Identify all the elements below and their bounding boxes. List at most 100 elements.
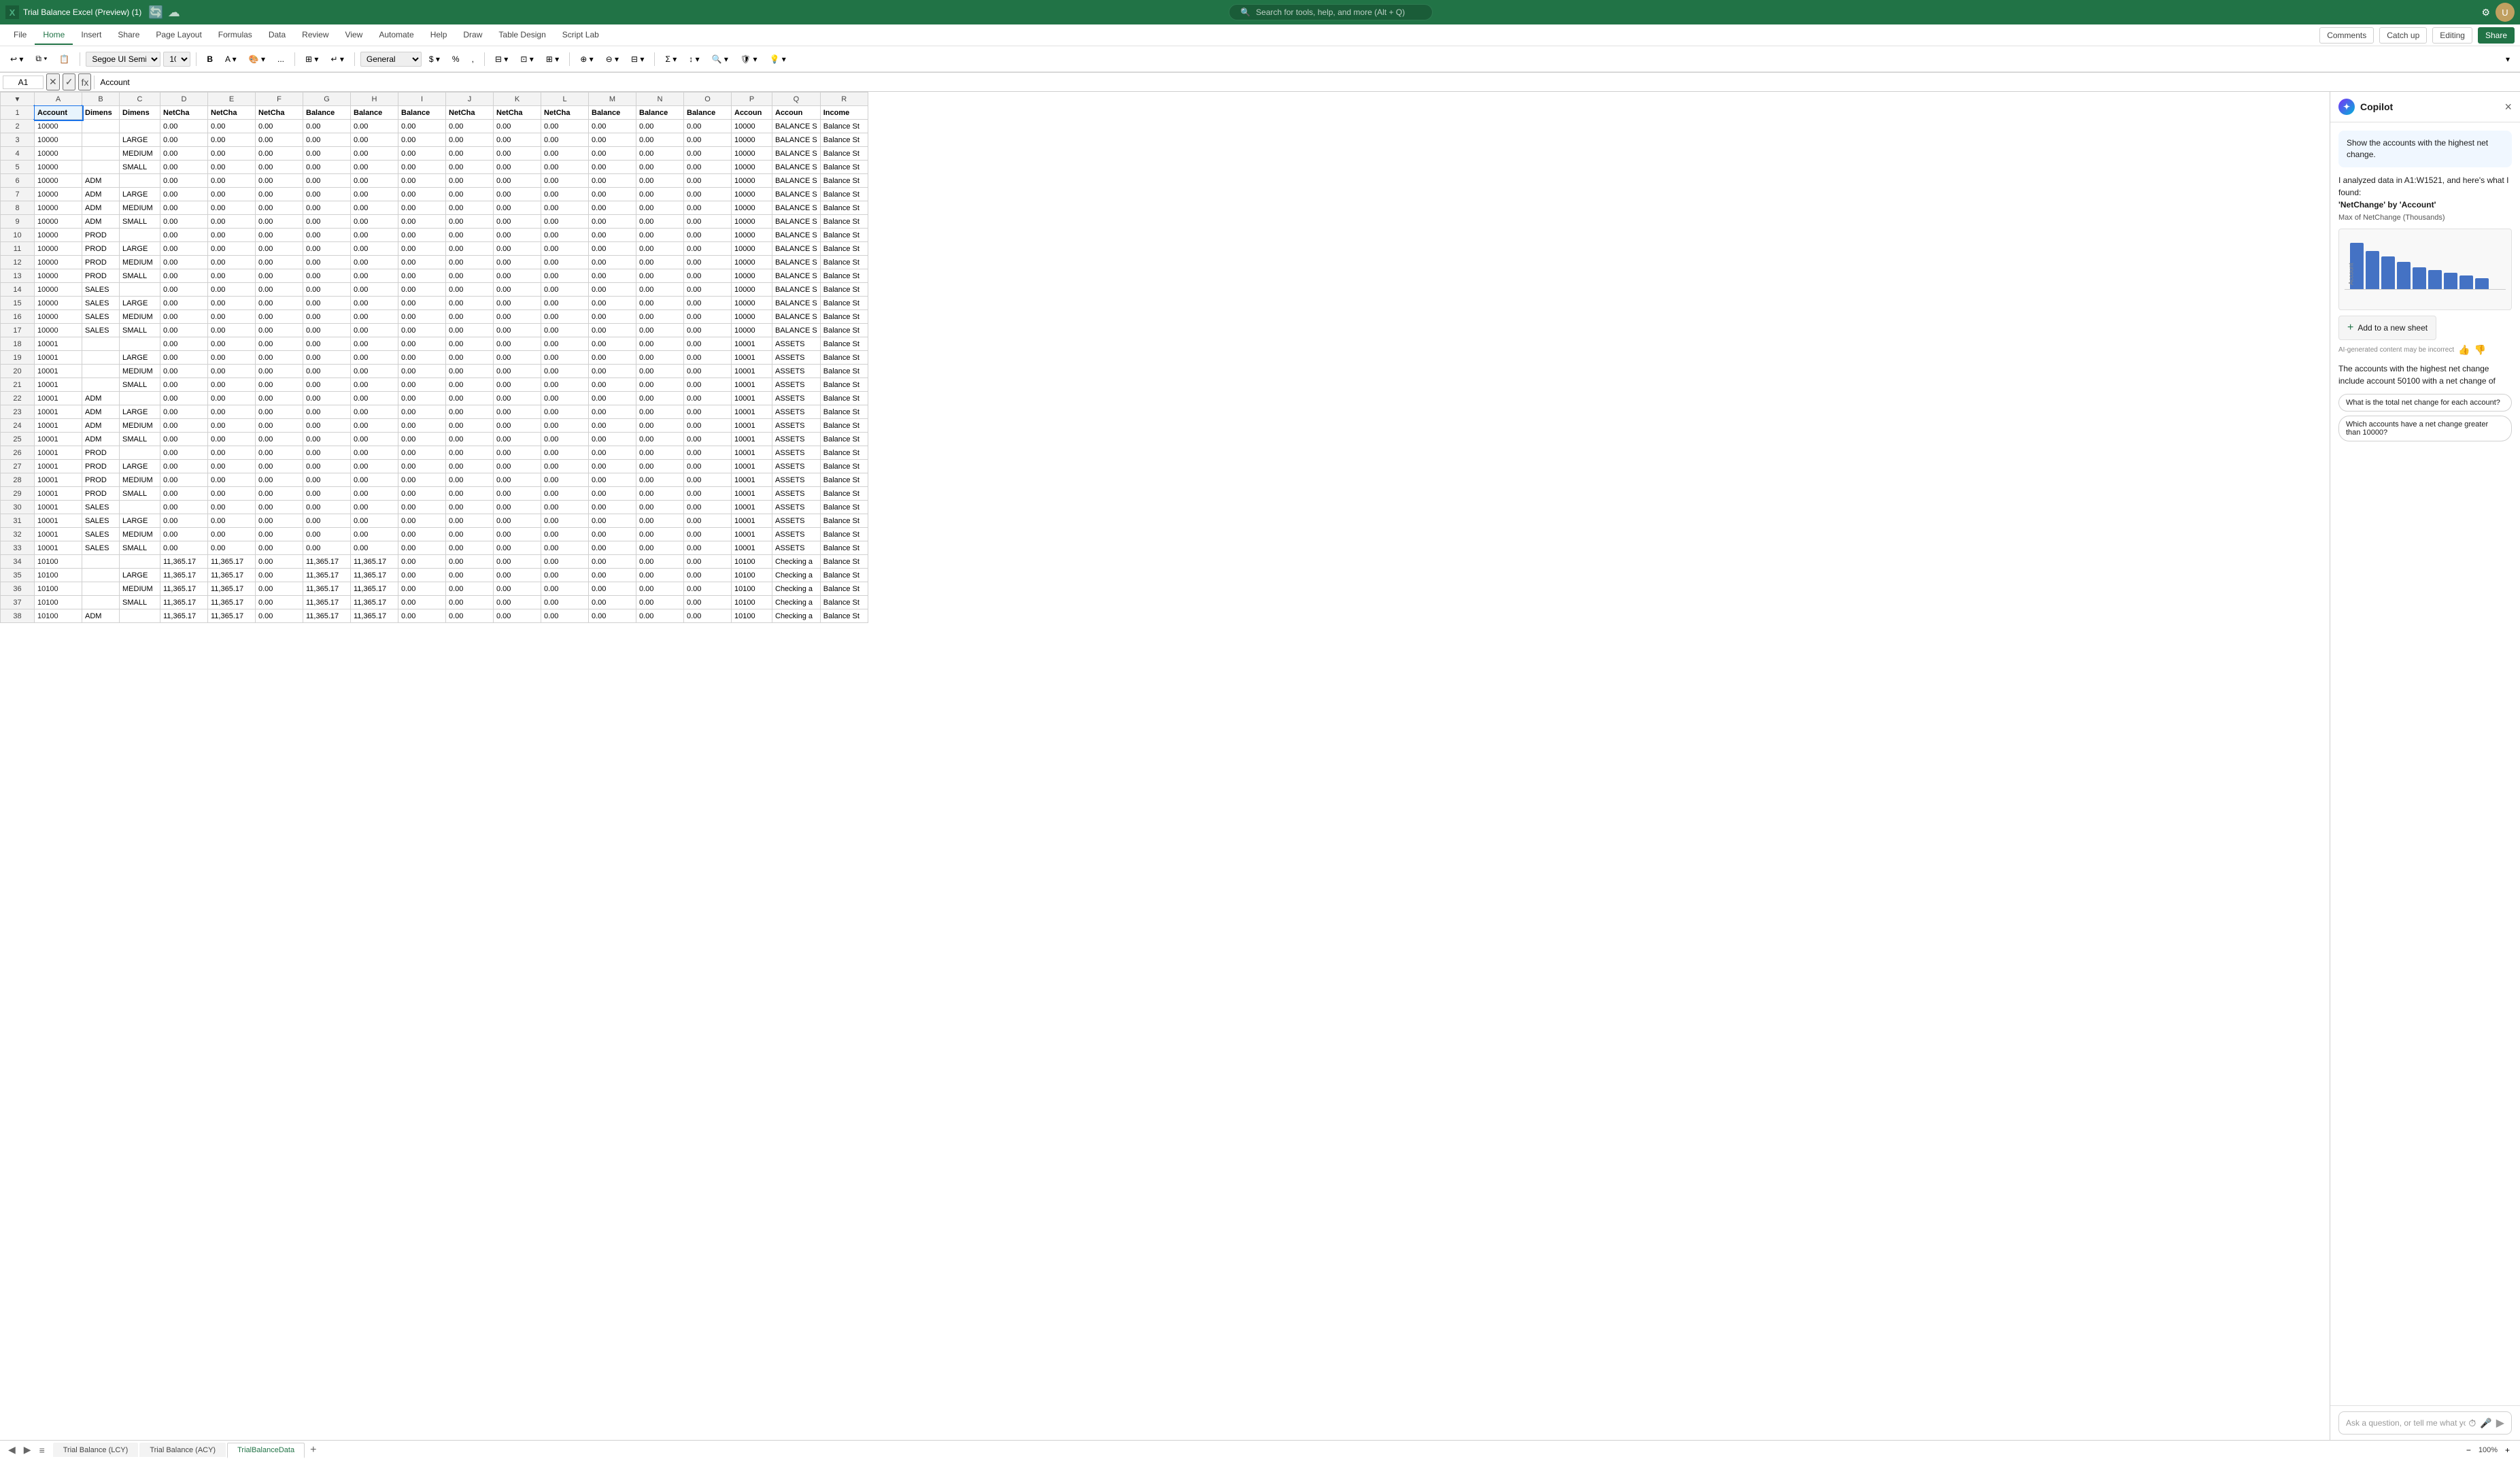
table-cell[interactable]: 0.00 xyxy=(303,283,351,297)
sheet-tab-trial-balance-data[interactable]: TrialBalanceData xyxy=(227,1443,305,1458)
table-cell[interactable]: 0.00 xyxy=(256,528,303,541)
table-cell[interactable]: 11,365.17 xyxy=(303,609,351,623)
table-cell[interactable]: 0.00 xyxy=(446,147,494,161)
table-cell[interactable]: 0.00 xyxy=(351,297,398,310)
table-cell[interactable] xyxy=(120,392,160,405)
table-cell[interactable]: SMALL xyxy=(120,487,160,501)
cell-i1[interactable]: Balance xyxy=(398,106,446,120)
confirm-formula-button[interactable]: ✓ xyxy=(63,73,76,90)
tab-insert[interactable]: Insert xyxy=(73,26,109,45)
table-cell[interactable]: 10001 xyxy=(732,337,772,351)
table-cell[interactable]: LARGE xyxy=(120,460,160,473)
table-cell[interactable]: 0.00 xyxy=(589,569,636,582)
table-cell[interactable]: 0.00 xyxy=(256,337,303,351)
table-cell[interactable]: PROD xyxy=(82,487,120,501)
table-cell[interactable]: 0.00 xyxy=(589,596,636,609)
table-cell[interactable]: 0.00 xyxy=(398,297,446,310)
table-cell[interactable]: 0.00 xyxy=(636,528,684,541)
table-cell[interactable]: MEDIUM xyxy=(120,201,160,215)
table-cell[interactable]: 0.00 xyxy=(541,596,589,609)
table-cell[interactable]: ADM xyxy=(82,215,120,229)
table-cell[interactable]: Balance St xyxy=(820,351,868,365)
table-cell[interactable]: 0.00 xyxy=(494,161,541,174)
table-cell[interactable]: 0.00 xyxy=(208,501,256,514)
table-cell[interactable]: 0.00 xyxy=(589,256,636,269)
table-cell[interactable]: 0.00 xyxy=(398,310,446,324)
table-cell[interactable]: 0.00 xyxy=(303,269,351,283)
format-as-table-button[interactable]: ⊡ ▾ xyxy=(515,52,538,66)
table-cell[interactable]: 11,365.17 xyxy=(160,609,208,623)
table-cell[interactable]: 0.00 xyxy=(684,269,732,283)
col-header-n[interactable]: N xyxy=(636,93,684,106)
table-cell[interactable]: 0.00 xyxy=(303,242,351,256)
table-cell[interactable]: 0.00 xyxy=(684,324,732,337)
table-cell[interactable]: 0.00 xyxy=(684,310,732,324)
search-input[interactable] xyxy=(1256,7,1406,17)
table-cell[interactable]: 0.00 xyxy=(494,582,541,596)
table-cell[interactable]: LARGE xyxy=(120,514,160,528)
table-cell[interactable]: SMALL xyxy=(120,215,160,229)
table-cell[interactable]: 0.00 xyxy=(684,351,732,365)
table-cell[interactable]: 0.00 xyxy=(541,242,589,256)
insert-button[interactable]: ⊕ ▾ xyxy=(575,52,598,66)
table-cell[interactable]: 0.00 xyxy=(398,392,446,405)
table-cell[interactable]: 0.00 xyxy=(589,419,636,433)
table-cell[interactable]: BALANCE S xyxy=(772,147,821,161)
table-cell[interactable]: 0.00 xyxy=(208,133,256,147)
table-cell[interactable]: 11,365.17 xyxy=(208,555,256,569)
table-cell[interactable]: 0.00 xyxy=(351,433,398,446)
table-cell[interactable]: 0.00 xyxy=(160,473,208,487)
table-cell[interactable]: 0.00 xyxy=(494,229,541,242)
table-cell[interactable] xyxy=(120,609,160,623)
table-cell[interactable]: 0.00 xyxy=(351,541,398,555)
table-cell[interactable]: 0.00 xyxy=(541,174,589,188)
table-cell[interactable] xyxy=(82,161,120,174)
table-cell[interactable]: 0.00 xyxy=(541,405,589,419)
table-cell[interactable]: 0.00 xyxy=(636,174,684,188)
table-cell[interactable]: 0.00 xyxy=(589,501,636,514)
table-cell[interactable]: 10001 xyxy=(732,365,772,378)
tab-menu-button[interactable]: ≡ xyxy=(37,1443,48,1457)
table-cell[interactable]: 0.00 xyxy=(398,541,446,555)
table-cell[interactable]: 0.00 xyxy=(684,514,732,528)
table-cell[interactable]: 0.00 xyxy=(398,133,446,147)
table-cell[interactable]: 0.00 xyxy=(256,392,303,405)
accounting-format-button[interactable]: $ ▾ xyxy=(424,52,445,66)
table-cell[interactable]: 10001 xyxy=(35,541,82,555)
table-cell[interactable]: 10100 xyxy=(35,596,82,609)
table-cell[interactable]: 0.00 xyxy=(256,147,303,161)
add-to-sheet-button[interactable]: + Add to a new sheet xyxy=(2338,316,2436,340)
table-cell[interactable]: 0.00 xyxy=(684,569,732,582)
table-cell[interactable]: 10000 xyxy=(35,174,82,188)
table-cell[interactable]: BALANCE S xyxy=(772,133,821,147)
table-cell[interactable]: 0.00 xyxy=(256,378,303,392)
cell-h1[interactable]: Balance xyxy=(351,106,398,120)
table-cell[interactable]: 0.00 xyxy=(684,215,732,229)
table-cell[interactable]: SALES xyxy=(82,528,120,541)
table-cell[interactable] xyxy=(82,147,120,161)
table-cell[interactable]: 0.00 xyxy=(446,133,494,147)
user-avatar[interactable]: U xyxy=(2496,3,2515,22)
delete-button[interactable]: ⊖ ▾ xyxy=(601,52,624,66)
table-cell[interactable]: LARGE xyxy=(120,405,160,419)
table-cell[interactable]: 0.00 xyxy=(541,188,589,201)
cell-reference-input[interactable]: A1 xyxy=(3,76,44,89)
table-cell[interactable]: BALANCE S xyxy=(772,120,821,133)
table-cell[interactable]: ASSETS xyxy=(772,541,821,555)
table-cell[interactable]: 0.00 xyxy=(446,283,494,297)
table-cell[interactable]: ASSETS xyxy=(772,487,821,501)
table-cell[interactable]: 0.00 xyxy=(208,229,256,242)
table-cell[interactable]: 0.00 xyxy=(494,269,541,283)
table-cell[interactable]: 0.00 xyxy=(160,161,208,174)
sheet-tab-trial-balance-acy[interactable]: Trial Balance (ACY) xyxy=(139,1443,226,1457)
table-cell[interactable]: 0.00 xyxy=(256,297,303,310)
table-cell[interactable]: 0.00 xyxy=(398,215,446,229)
cell-c1[interactable]: Dimens xyxy=(120,106,160,120)
table-cell[interactable]: 0.00 xyxy=(160,501,208,514)
table-cell[interactable]: ADM xyxy=(82,174,120,188)
sensitivity-button[interactable]: 🛡 ▾ xyxy=(736,52,762,66)
table-cell[interactable]: 0.00 xyxy=(541,569,589,582)
table-cell[interactable]: 0.00 xyxy=(684,297,732,310)
table-cell[interactable]: 0.00 xyxy=(351,133,398,147)
table-cell[interactable]: 0.00 xyxy=(446,528,494,541)
